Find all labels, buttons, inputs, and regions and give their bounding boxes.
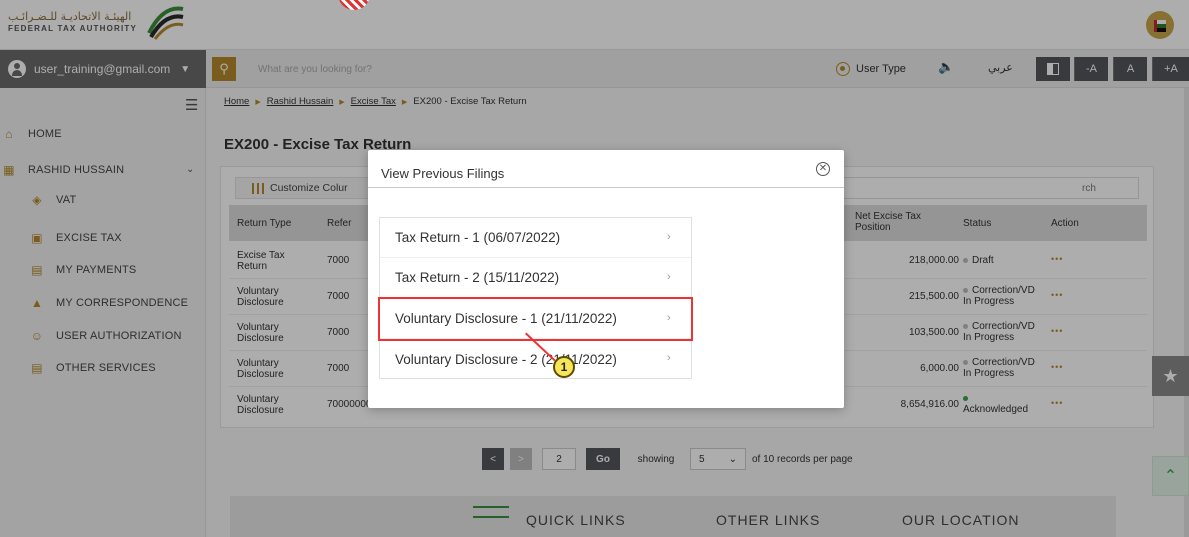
filing-item-tax-return-2[interactable]: Tax Return - 2 (15/11/2022) › [380, 258, 691, 298]
filing-item-label: Voluntary Disclosure - 2 (21/11/2022) [395, 351, 617, 367]
filing-item-voluntary-disclosure-2[interactable]: Voluntary Disclosure - 2 (21/11/2022) › [380, 339, 691, 379]
chevron-right-icon: › [667, 271, 671, 283]
filing-item-label: Tax Return - 2 (15/11/2022) [395, 270, 560, 285]
close-circle-icon[interactable]: ✕ [816, 162, 830, 176]
app-root: الهيئـة الاتحاديـة للـضـرائـب FEDERAL TA… [0, 0, 1189, 537]
chevron-right-icon: › [667, 231, 671, 243]
chevron-right-icon: › [667, 352, 671, 364]
filing-item-tax-return-1[interactable]: Tax Return - 1 (06/07/2022) › [380, 218, 691, 258]
filing-item-voluntary-disclosure-1[interactable]: Voluntary Disclosure - 1 (21/11/2022) › [378, 297, 693, 341]
filing-item-label: Voluntary Disclosure - 1 (21/11/2022) [395, 311, 617, 326]
chevron-right-icon: › [667, 312, 671, 324]
modal-divider [368, 187, 844, 188]
modal-title: View Previous Filings [381, 166, 505, 181]
filings-list: Tax Return - 1 (06/07/2022) › Tax Return… [378, 217, 693, 379]
view-previous-filings-modal: View Previous Filings ✕ Tax Return - 1 (… [368, 150, 844, 408]
filing-item-label: Tax Return - 1 (06/07/2022) [395, 230, 561, 245]
annotation-step-marker: 1 [553, 356, 575, 378]
